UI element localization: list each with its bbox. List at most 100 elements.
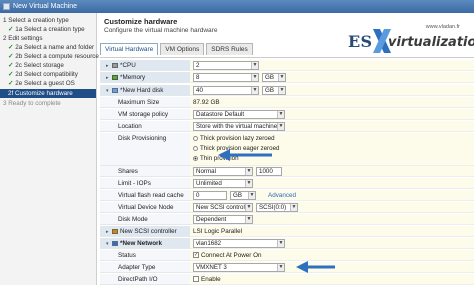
flash-unit-select[interactable]: GB ▼ — [230, 191, 256, 200]
adapter-select[interactable]: VMXNET 3 ▼ — [193, 263, 285, 272]
step-2b[interactable]: ✓ 2b Select a compute resource — [0, 52, 99, 61]
vm-window-icon — [3, 3, 10, 10]
disk-label-cell[interactable]: ▾ *New Hard disk — [100, 85, 190, 96]
max-size-value: 87.92 GB — [190, 97, 474, 108]
memory-unit-select[interactable]: GB ▼ — [262, 73, 286, 82]
chevron-down-icon: ▼ — [277, 240, 284, 247]
row-location: Location Store with the virtual machine ▼ — [100, 121, 474, 132]
brand-url: www.vladan.fr — [425, 24, 460, 30]
memory-icon — [112, 74, 118, 80]
chevron-down-icon: ▼ — [245, 216, 252, 223]
network-select[interactable]: vlan1682 ▼ — [193, 239, 285, 248]
disk-size-input[interactable]: 40 ▼ — [193, 86, 259, 95]
wizard-steps-panel: 1 Select a creation type ✓ 1a Select a cr… — [0, 13, 99, 285]
step-2[interactable]: 2 Edit settings — [0, 34, 96, 43]
limit-cell: Unlimited ▼ — [190, 178, 474, 189]
annotation-arrow-thin — [218, 149, 272, 161]
radio-icon — [193, 145, 198, 151]
row-memory: ▸ *Memory 8 ▼ GB ▼ — [100, 72, 474, 83]
chevron-down-icon: ▼ — [278, 74, 285, 81]
limit-select[interactable]: Unlimited ▼ — [193, 179, 253, 188]
chevron-down-icon: ▼ — [277, 264, 284, 271]
brand-es: ES — [348, 32, 373, 51]
cpu-icon — [112, 62, 118, 68]
radio-selected-icon — [193, 155, 198, 161]
scsi-label-cell[interactable]: ▸ New SCSI controller — [100, 226, 190, 237]
chevron-down-icon: ▼ — [245, 168, 252, 175]
provisioning-label: Disk Provisioning — [100, 133, 190, 166]
cpu-label-cell[interactable]: ▸ *CPU — [100, 60, 190, 71]
check-icon: ✓ — [8, 80, 14, 87]
step-2f-active[interactable]: 2f Customize hardware — [0, 89, 96, 98]
chevron-down-icon: ▼ — [251, 87, 258, 94]
chevron-down-icon: ▼ — [290, 204, 297, 211]
network-icon — [112, 240, 118, 246]
scsi-node-select[interactable]: SCSI(0:0) ▼ — [256, 203, 298, 212]
chevron-down-icon: ▼ — [245, 180, 252, 187]
radio-thick-lazy[interactable]: Thick provision lazy zeroed — [193, 134, 275, 143]
memory-input[interactable]: 8 ▼ — [193, 73, 259, 82]
flash-cell: 0 GB ▼ Advanced — [190, 190, 474, 201]
esx-virtualization-logo: www.vladan.fr ES virtualization — [348, 24, 474, 60]
hardware-tabs: Virtual Hardware VM Options SDRS Rules — [100, 43, 255, 55]
window-title: New Virtual Machine — [13, 3, 78, 10]
directpath-cell: Enable — [190, 274, 474, 285]
shares-cell: Normal ▼ 1000 — [190, 166, 474, 177]
network-cell: vlan1682 ▼ — [190, 238, 474, 249]
row-directpath: DirectPath I/O Enable — [100, 274, 474, 285]
storage-policy-select[interactable]: Datastore Default ▼ — [193, 110, 285, 119]
shares-number-input[interactable]: 1000 — [256, 167, 282, 176]
step-2a[interactable]: ✓ 2a Select a name and folder — [0, 43, 96, 52]
brand-virtualization: virtualization — [388, 35, 474, 50]
scsi-controller-icon — [112, 228, 118, 234]
flash-label: Virtual flash read cache — [100, 190, 190, 201]
location-cell: Store with the virtual machine ▼ — [190, 121, 474, 132]
advanced-link[interactable]: Advanced — [268, 190, 296, 201]
connect-checkbox[interactable]: ✓ Connect At Power On — [193, 250, 262, 261]
disk-unit-select[interactable]: GB ▼ — [262, 86, 286, 95]
shares-select[interactable]: Normal ▼ — [193, 167, 253, 176]
hardware-grid: ▸ *CPU 2 ▼ ▸ *Memory 8 ▼ GB ▼ ▾ *New Hard disk… — [100, 57, 474, 285]
location-select[interactable]: Store with the virtual machine ▼ — [193, 122, 285, 131]
step-1[interactable]: 1 Select a creation type — [0, 16, 96, 25]
step-3[interactable]: 3 Ready to complete — [0, 99, 96, 108]
device-node-label: Virtual Device Node — [100, 202, 190, 213]
check-icon: ✓ — [8, 62, 14, 69]
step-1a[interactable]: ✓ 1a Select a creation type — [0, 25, 96, 34]
memory-value-cell: 8 ▼ GB ▼ — [190, 72, 474, 83]
step-2c[interactable]: ✓ 2c Select storage — [0, 61, 96, 70]
limit-label: Limit - IOPs — [100, 178, 190, 189]
check-icon: ✓ — [8, 26, 14, 33]
adapter-label: Adapter Type — [100, 262, 190, 273]
cpu-select[interactable]: 2 ▼ — [193, 61, 259, 70]
page-title: Customize hardware — [104, 17, 178, 26]
tab-vm-options[interactable]: VM Options — [160, 43, 205, 55]
network-label-cell[interactable]: ▾ *New Network — [100, 238, 190, 249]
row-device-node: Virtual Device Node New SCSI controll...… — [100, 202, 474, 213]
shares-label: Shares — [100, 166, 190, 177]
step-2e[interactable]: ✓ 2e Select a guest OS — [0, 79, 96, 88]
location-label: Location — [100, 121, 190, 132]
disk-mode-select[interactable]: Dependent ▼ — [193, 215, 253, 224]
row-storage-policy: VM storage policy Datastore Default ▼ — [100, 109, 474, 120]
directpath-checkbox[interactable]: Enable — [193, 274, 221, 285]
tab-sdrs-rules[interactable]: SDRS Rules — [206, 43, 253, 55]
annotation-arrow-adapter — [296, 261, 335, 273]
storage-policy-cell: Datastore Default ▼ — [190, 109, 474, 120]
memory-label-cell[interactable]: ▸ *Memory — [100, 72, 190, 83]
controller-select[interactable]: New SCSI controll... ▼ — [193, 203, 253, 212]
directpath-label: DirectPath I/O — [100, 274, 190, 285]
window-titlebar: New Virtual Machine — [0, 0, 474, 13]
row-status: Status ✓ Connect At Power On — [100, 250, 474, 261]
step-2d[interactable]: ✓ 2d Select compatibility — [0, 70, 96, 79]
page-subtitle: Configure the virtual machine hardware — [104, 27, 218, 34]
storage-policy-label: VM storage policy — [100, 109, 190, 120]
row-flash-cache: Virtual flash read cache 0 GB ▼ Advanced — [100, 190, 474, 201]
check-icon: ✓ — [8, 53, 14, 60]
row-new-hard-disk: ▾ *New Hard disk 40 ▼ GB ▼ — [100, 85, 474, 96]
chevron-down-icon: ▼ — [248, 192, 255, 199]
flash-input[interactable]: 0 — [193, 191, 227, 200]
row-limit-iops: Limit - IOPs Unlimited ▼ — [100, 178, 474, 189]
tab-virtual-hardware[interactable]: Virtual Hardware — [100, 43, 159, 55]
row-disk-mode: Disk Mode Dependent ▼ — [100, 214, 474, 225]
